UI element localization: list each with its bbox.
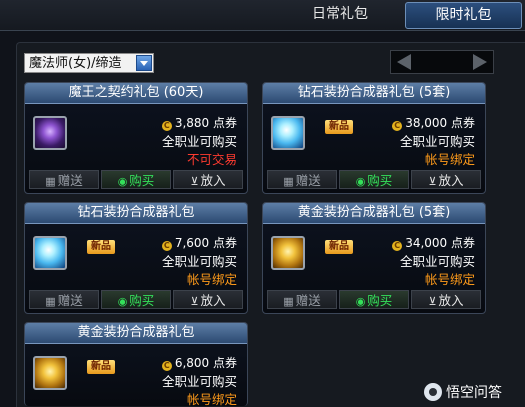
cart-icon: ⊻: [428, 175, 437, 188]
package-actions: ▦ 赠送 ◉ 购买 ⊻ 放入: [267, 290, 481, 310]
package-price: C 6,800 点券: [161, 354, 237, 371]
pagination-control: [390, 50, 494, 74]
gift-button[interactable]: ▦ 赠送: [267, 170, 337, 189]
package-restriction: 帐号绑定: [186, 392, 237, 406]
gold-box-icon[interactable]: [33, 356, 67, 390]
package-availability: 全职业可购买: [161, 374, 237, 389]
prev-page-icon[interactable]: [397, 54, 411, 70]
gift-button[interactable]: ▦ 赠送: [267, 290, 337, 309]
gold-box-icon[interactable]: [271, 236, 305, 270]
package-availability: 全职业可购买: [161, 254, 237, 269]
gift-button[interactable]: ▦ 赠送: [29, 290, 99, 309]
tab-daily-packs[interactable]: 日常礼包: [285, 2, 395, 27]
cart-icon: ⊻: [190, 175, 199, 188]
package-title: 钻石装扮合成器礼包: [25, 203, 247, 224]
add-to-cart-button[interactable]: ⊻ 放入: [411, 290, 481, 309]
watermark: 悟空问答: [424, 382, 502, 404]
buy-icon: ◉: [117, 175, 128, 188]
buy-icon: ◉: [117, 295, 128, 308]
package-availability: 全职业可购买: [161, 134, 237, 149]
package-title: 黄金装扮合成器礼包: [25, 323, 247, 344]
chevron-down-icon[interactable]: [136, 55, 152, 71]
coin-icon: C: [161, 361, 172, 371]
package-price: C 3,880 点券: [161, 114, 237, 131]
package-availability: 全职业可购买: [399, 134, 475, 149]
buy-button[interactable]: ◉ 购买: [339, 290, 409, 309]
package-actions: ▦ 赠送 ◉ 购买 ⊻ 放入: [29, 290, 243, 310]
purple-orb-icon[interactable]: [33, 116, 67, 150]
package-actions: ▦ 赠送 ◉ 购买 ⊻ 放入: [29, 170, 243, 190]
new-badge: 新品: [325, 240, 353, 254]
package-card: 黄金装扮合成器礼包 (5套) 新品 C 34,000 点券 全职业可购买 帐号绑定…: [262, 202, 486, 314]
package-restriction: 不可交易: [186, 152, 237, 167]
coin-icon: C: [392, 241, 403, 251]
new-badge: 新品: [325, 120, 353, 134]
package-card: 魔王之契约礼包 (60天) C 3,880 点券 全职业可购买 不可交易 ▦ 赠送 …: [24, 82, 248, 194]
gift-icon: ▦: [283, 295, 294, 308]
top-tab-bar: 日常礼包 限时礼包: [0, 0, 525, 31]
class-filter-dropdown[interactable]: 魔法师(女)/缔造: [24, 53, 154, 73]
buy-button[interactable]: ◉ 购买: [101, 290, 171, 309]
next-page-icon[interactable]: [473, 54, 487, 70]
class-filter-value: 魔法师(女)/缔造: [29, 56, 122, 71]
diamond-icon[interactable]: [271, 116, 305, 150]
package-card: 钻石装扮合成器礼包 新品 C 7,600 点券 全职业可购买 帐号绑定 ▦ 赠送 ◉…: [24, 202, 248, 314]
cart-icon: ⊻: [190, 295, 199, 308]
coin-icon: C: [161, 121, 172, 131]
package-availability: 全职业可购买: [399, 254, 475, 269]
add-to-cart-button[interactable]: ⊻ 放入: [173, 170, 243, 189]
package-restriction: 帐号绑定: [186, 272, 237, 287]
add-to-cart-button[interactable]: ⊻ 放入: [173, 290, 243, 309]
buy-button[interactable]: ◉ 购买: [339, 170, 409, 189]
new-badge: 新品: [87, 240, 115, 254]
package-price: C 34,000 点券: [392, 234, 475, 251]
coin-icon: C: [161, 241, 172, 251]
gift-icon: ▦: [45, 175, 56, 188]
buy-icon: ◉: [355, 175, 366, 188]
package-title: 黄金装扮合成器礼包 (5套): [263, 203, 485, 224]
package-title: 钻石装扮合成器礼包 (5套): [263, 83, 485, 104]
tab-limited-packs[interactable]: 限时礼包: [405, 2, 522, 29]
gift-button[interactable]: ▦ 赠送: [29, 170, 99, 189]
package-title: 魔王之契约礼包 (60天): [25, 83, 247, 104]
package-card: 钻石装扮合成器礼包 (5套) 新品 C 38,000 点券 全职业可购买 帐号绑定…: [262, 82, 486, 194]
coin-icon: C: [392, 121, 403, 131]
gift-icon: ▦: [45, 295, 56, 308]
add-to-cart-button[interactable]: ⊻ 放入: [411, 170, 481, 189]
diamond-icon[interactable]: [33, 236, 67, 270]
wukong-logo-icon: [424, 383, 442, 401]
package-price: C 38,000 点券: [392, 114, 475, 131]
package-restriction: 帐号绑定: [424, 272, 475, 287]
gift-icon: ▦: [283, 175, 294, 188]
cart-icon: ⊻: [428, 295, 437, 308]
new-badge: 新品: [87, 360, 115, 374]
package-actions: ▦ 赠送 ◉ 购买 ⊻ 放入: [267, 170, 481, 190]
package-card: 黄金装扮合成器礼包 新品 C 6,800 点券 全职业可购买 帐号绑定: [24, 322, 248, 406]
buy-icon: ◉: [355, 295, 366, 308]
buy-button[interactable]: ◉ 购买: [101, 170, 171, 189]
package-restriction: 帐号绑定: [424, 152, 475, 167]
package-price: C 7,600 点券: [161, 234, 237, 251]
